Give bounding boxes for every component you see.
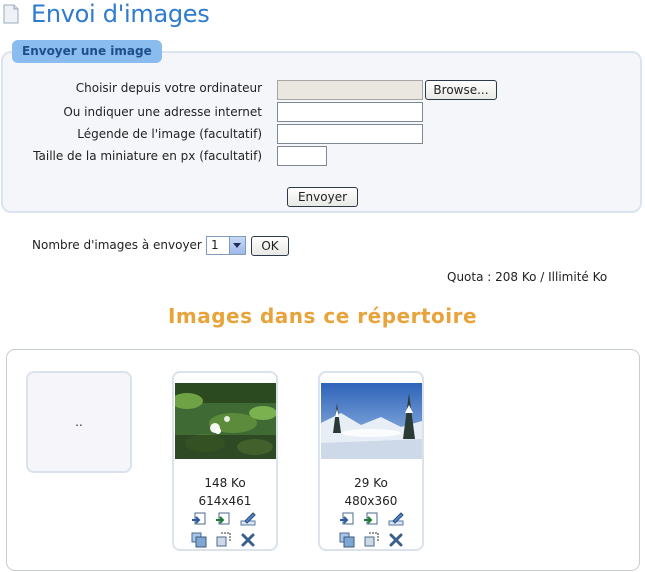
thumb-size-label: Taille de la miniature en px (facultatif… <box>33 149 262 163</box>
envoyer-button[interactable]: Envoyer <box>287 187 358 207</box>
rename-icon[interactable] <box>388 511 404 527</box>
quota-text: Quota : 208 Ko / Illimité Ko <box>447 270 608 284</box>
caption-label: Légende de l'image (facultatif) <box>77 127 262 141</box>
copy-icon[interactable] <box>191 532 207 548</box>
resize-icon[interactable] <box>215 532 231 548</box>
directory-title: Images dans ce répertoire <box>167 304 478 328</box>
url-label: Ou indiquer une adresse internet <box>63 105 262 119</box>
parent-directory-label: .. <box>75 415 83 429</box>
page-title: Envoi d'images <box>31 0 210 28</box>
image-size: 29 Ko <box>354 476 388 490</box>
image-count-value: 1 <box>211 238 219 252</box>
delete-icon[interactable] <box>388 532 404 548</box>
resize-icon[interactable] <box>363 532 379 548</box>
image-dimensions: 614x461 <box>198 494 252 508</box>
insert-thumbnail-icon[interactable] <box>363 511 379 527</box>
copy-icon[interactable] <box>339 532 355 548</box>
chevron-down-icon[interactable] <box>229 237 245 254</box>
image-thumbnail-water-lilies[interactable] <box>175 383 276 459</box>
rename-icon[interactable] <box>240 511 256 527</box>
caption-input[interactable] <box>277 124 423 144</box>
insert-icon[interactable] <box>191 511 207 527</box>
url-input[interactable] <box>277 102 423 122</box>
image-card: 148 Ko 614x461 <box>172 371 278 551</box>
upload-legend: Envoyer une image <box>12 40 162 63</box>
insert-icon[interactable] <box>339 511 355 527</box>
image-size: 148 Ko <box>204 476 246 490</box>
image-dimensions: 480x360 <box>344 494 398 508</box>
image-card: 29 Ko 480x360 <box>318 371 424 551</box>
ok-button[interactable]: OK <box>251 236 289 256</box>
delete-icon[interactable] <box>240 532 256 548</box>
image-thumbnail-snowy-landscape[interactable] <box>321 383 422 459</box>
image-count-select[interactable]: 1 <box>206 236 246 255</box>
file-label: Choisir depuis votre ordinateur <box>75 81 262 95</box>
file-path-field[interactable] <box>277 80 423 100</box>
insert-thumbnail-icon[interactable] <box>215 511 231 527</box>
browse-button[interactable]: Browse... <box>425 80 497 100</box>
page-icon <box>3 4 19 24</box>
thumb-size-input[interactable] <box>277 146 327 166</box>
image-count-label: Nombre d'images à envoyer : <box>32 238 210 252</box>
parent-directory-card[interactable]: .. <box>26 371 132 473</box>
